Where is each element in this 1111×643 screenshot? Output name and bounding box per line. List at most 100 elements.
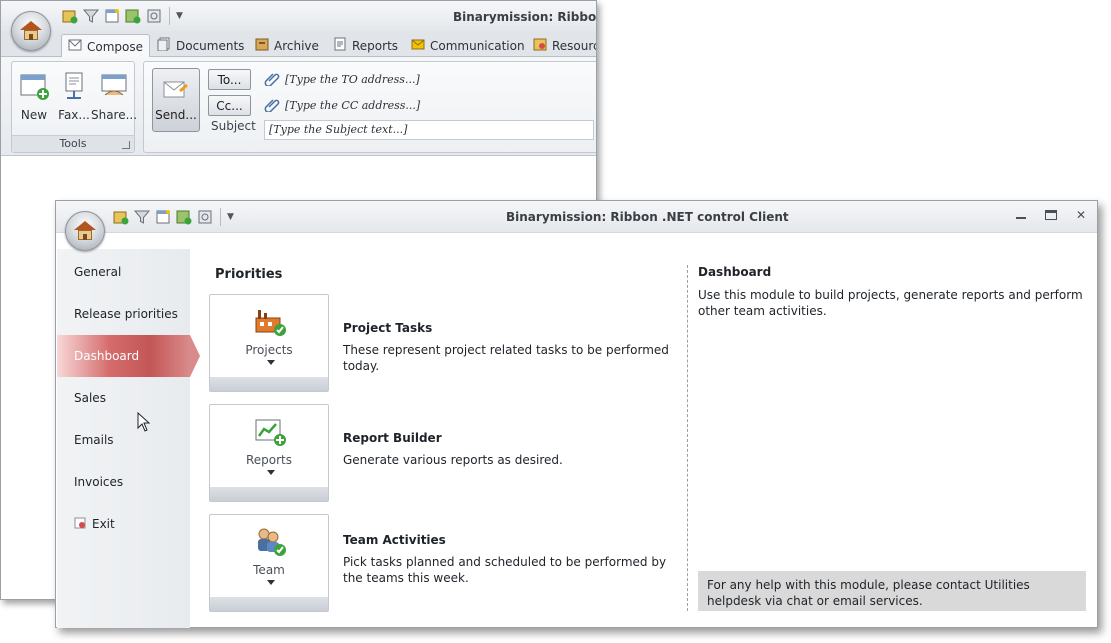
dialog-launcher-icon[interactable] [122, 141, 130, 149]
compose-icon [68, 38, 82, 55]
project-tasks-title: Project Tasks [343, 321, 433, 335]
dropdown-arrow-icon[interactable] [267, 360, 275, 365]
team-activities-title: Team Activities [343, 533, 446, 547]
save-add-icon[interactable] [124, 7, 142, 25]
tab-resources[interactable]: Resourc [527, 34, 597, 57]
new-button[interactable]: New [14, 70, 54, 122]
application-menu-button[interactable] [65, 211, 105, 251]
mouse-cursor-icon [137, 411, 151, 435]
tab-communication-label: Communication [430, 38, 525, 53]
qat-separator [169, 7, 170, 25]
tab-communication[interactable]: Communication [405, 34, 531, 57]
send-button-label: Send... [155, 107, 197, 122]
team-card[interactable]: Team [209, 514, 329, 612]
projects-card[interactable]: Projects [209, 294, 329, 392]
nav-item-label: General [74, 265, 122, 279]
nav-item-general[interactable]: General [57, 251, 190, 293]
nav-item-sales[interactable]: Sales [57, 377, 190, 419]
filter-icon[interactable] [82, 7, 100, 25]
new-button-label: New [20, 108, 48, 122]
quick-access-toolbar: ▼ Binarymission: Ribbon .NET control Cli… [56, 201, 1097, 233]
reports-card[interactable]: Reports [209, 404, 329, 502]
open-folder-icon[interactable] [61, 7, 79, 25]
reports-icon [333, 37, 347, 54]
new-icon [18, 70, 50, 102]
share-button[interactable]: Share... [91, 70, 137, 122]
tab-archive-label: Archive [274, 38, 319, 53]
nav-item-exit[interactable]: Exit [57, 503, 190, 545]
tab-reports[interactable]: Reports [327, 34, 404, 57]
team-icon [254, 525, 286, 557]
documents-icon [157, 37, 171, 54]
info-description: Use this module to build projects, gener… [698, 288, 1083, 318]
card-footer [210, 597, 328, 611]
side-navigation: General Release priorities Dashboard Sal… [57, 249, 200, 628]
card-footer [210, 377, 328, 391]
dropdown-arrow-icon[interactable] [267, 470, 275, 475]
window-controls: ✕ [1013, 207, 1089, 223]
tab-compose[interactable]: Compose [61, 34, 151, 58]
customize-qat-dropdown-icon[interactable]: ▼ [176, 11, 183, 21]
tab-resources-label: Resourc [552, 38, 597, 53]
window-title: Binarymission: Ribbon .N [453, 10, 597, 24]
resources-icon [533, 37, 547, 54]
projects-card-label: Projects [245, 343, 293, 357]
subject-input[interactable]: [Type the Subject text...] [264, 120, 594, 140]
to-address-field[interactable]: [Type the TO address...] [264, 69, 420, 89]
tab-documents[interactable]: Documents [151, 34, 250, 57]
minimize-button[interactable] [1013, 207, 1029, 223]
share-icon [98, 70, 130, 102]
save-add-icon[interactable] [175, 208, 193, 226]
team-card-label: Team [253, 563, 285, 577]
tab-reports-label: Reports [352, 38, 399, 53]
panel-divider [687, 265, 688, 611]
ribbon-client-window: ▼ Binarymission: Ribbon .NET control Cli… [55, 200, 1098, 628]
minimize-icon [1016, 217, 1026, 219]
ribbon-tab-strip: Compose Documents Archive Reports Commun… [1, 31, 597, 58]
maximize-button[interactable] [1043, 207, 1059, 223]
quick-access-toolbar: ▼ Binarymission: Ribbon .N [1, 1, 596, 31]
nav-item-emails[interactable]: Emails [57, 419, 190, 461]
dropdown-arrow-icon[interactable] [267, 580, 275, 585]
tools-group-label: Tools [12, 135, 134, 152]
house-icon [74, 221, 96, 241]
paperclip-icon [264, 96, 280, 115]
open-folder-icon[interactable] [112, 208, 130, 226]
tab-archive[interactable]: Archive [249, 34, 325, 57]
customize-qat-dropdown-icon[interactable]: ▼ [227, 212, 234, 222]
quick-access-icons: ▼ [112, 208, 234, 226]
to-address-value: [Type the TO address...] [285, 72, 420, 86]
print-preview-icon[interactable] [196, 208, 214, 226]
nav-item-label: Emails [74, 433, 114, 447]
new-document-icon[interactable] [103, 7, 121, 25]
window-title: Binarymission: Ribbon .NET control Clien… [506, 210, 789, 224]
cc-button[interactable]: Cc... [208, 95, 251, 116]
archive-icon [255, 37, 269, 54]
new-document-icon[interactable] [154, 208, 172, 226]
reports-card-label: Reports [245, 453, 293, 467]
report-builder-description: Generate various reports as desired. [343, 453, 563, 467]
info-panel: Dashboard Use this module to build proje… [698, 265, 1086, 611]
application-menu-button[interactable] [11, 11, 51, 51]
close-icon: ✕ [1075, 208, 1087, 222]
tab-documents-label: Documents [176, 38, 245, 53]
to-button[interactable]: To... [208, 69, 251, 90]
project-tasks-description: These represent project related tasks to… [343, 343, 669, 373]
cc-button-label: Cc... [216, 98, 243, 113]
print-preview-icon[interactable] [145, 7, 163, 25]
nav-item-invoices[interactable]: Invoices [57, 461, 190, 503]
house-icon [20, 21, 42, 41]
send-button[interactable]: Send... [152, 68, 200, 132]
reports-chart-icon [254, 415, 286, 447]
nav-item-label: Invoices [74, 475, 124, 489]
nav-item-release-priorities[interactable]: Release priorities [57, 293, 190, 335]
fax-button[interactable]: Fax... [54, 70, 94, 122]
filter-icon[interactable] [133, 208, 151, 226]
close-button[interactable]: ✕ [1073, 207, 1089, 223]
paperclip-icon [264, 70, 280, 89]
cc-address-field[interactable]: [Type the CC address...] [264, 95, 420, 115]
nav-item-dashboard[interactable]: Dashboard [57, 335, 200, 377]
report-builder-title: Report Builder [343, 431, 442, 445]
info-title: Dashboard [698, 265, 772, 279]
nav-item-label: Release priorities [74, 307, 178, 321]
